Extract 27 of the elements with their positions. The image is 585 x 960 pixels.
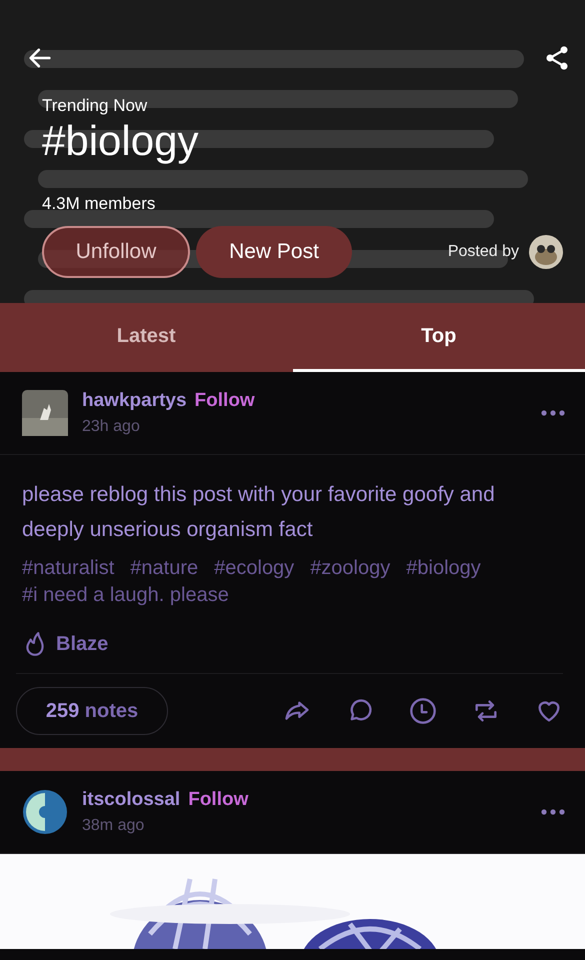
post-text: please reblog this post with your favorite goofy and deeply unserious organism fact: [22, 482, 496, 543]
tag-link[interactable]: #biology: [406, 557, 481, 580]
tag-link[interactable]: #naturalist: [22, 557, 114, 580]
username[interactable]: itscolossal: [82, 789, 180, 811]
tag-link[interactable]: #i need a laugh. please: [22, 584, 229, 607]
tag-link[interactable]: #nature: [130, 557, 198, 580]
member-count: 4.3M members: [42, 194, 156, 214]
more-icon[interactable]: [541, 809, 565, 815]
avatar-icon[interactable]: [529, 235, 563, 270]
new-post-button[interactable]: New Post: [196, 226, 352, 278]
tag-title: #biology: [42, 118, 200, 164]
tab[interactable]: Latest: [0, 303, 292, 372]
more-icon[interactable]: [541, 410, 565, 416]
notes-button[interactable]: 259 notes: [16, 687, 168, 735]
unfollow-button[interactable]: Unfollow: [42, 226, 190, 278]
blaze-button[interactable]: Blaze: [22, 631, 108, 673]
tag-link[interactable]: #ecology: [214, 557, 294, 580]
post-time: 23h ago: [82, 418, 141, 436]
post-time: 38m ago: [82, 817, 146, 835]
trending-label: Trending Now: [42, 96, 148, 116]
follow-link[interactable]: Follow: [194, 390, 255, 412]
posted-by-label: Posted by: [448, 243, 519, 262]
username[interactable]: hawkpartys: [82, 390, 187, 412]
follow-link[interactable]: Follow: [188, 789, 248, 811]
avatar-icon[interactable]: [22, 789, 68, 835]
tag-link[interactable]: #zoology: [310, 557, 390, 580]
clock-icon[interactable]: [409, 697, 437, 725]
